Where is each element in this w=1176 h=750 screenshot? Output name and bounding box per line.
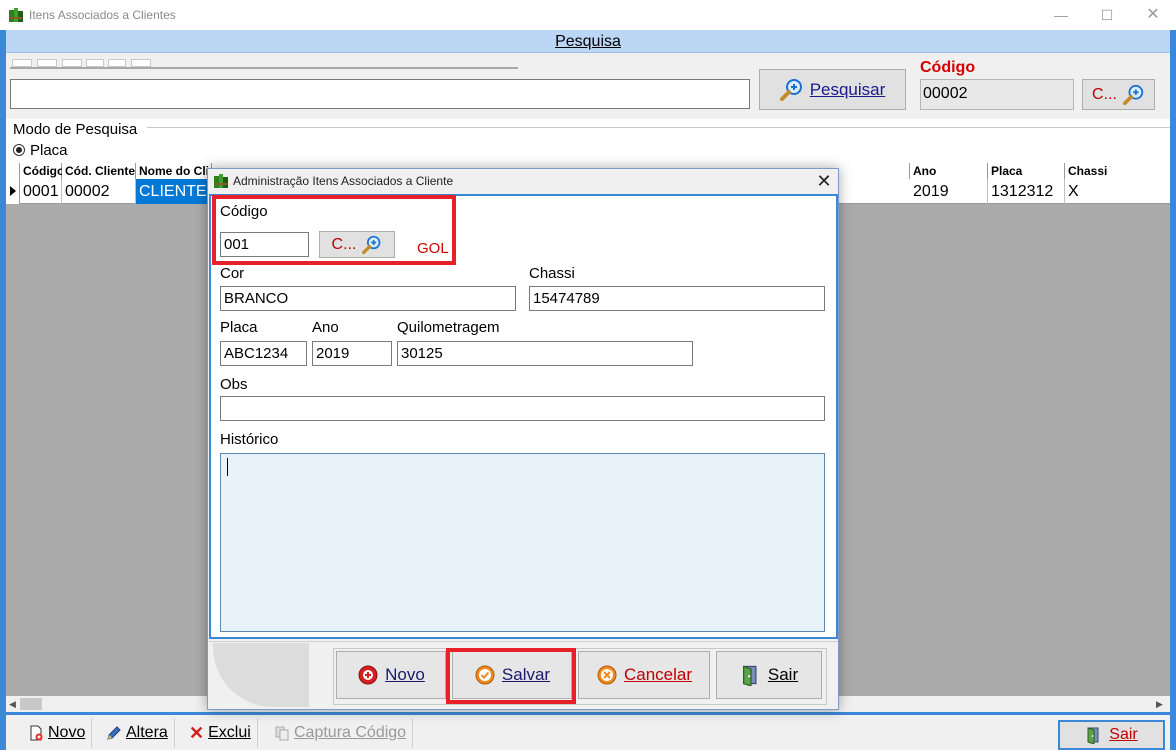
toolbar-altera-button[interactable]: Altera [100,718,175,748]
quilometragem-field[interactable]: 30125 [397,341,693,366]
toolbar-novo-button[interactable]: Novo [22,718,93,748]
obs-field[interactable] [220,396,825,421]
tab-stub[interactable] [86,59,104,67]
pesquisar-button[interactable]: Pesquisar [759,69,906,110]
close-window-button[interactable]: ✕ [1130,0,1176,30]
dialog-app-icon [213,173,229,189]
column-header-nome[interactable]: Nome do Cli [136,163,212,179]
placa-radio[interactable] [13,144,25,156]
tab-stub[interactable] [62,59,82,67]
bottom-toolbar [6,715,1170,750]
toolbar-captura-label: Captura Código [294,724,407,741]
tab-underline [10,67,518,69]
exit-door-icon [740,664,762,686]
add-icon [357,664,379,686]
placa-radio-label[interactable]: Placa [30,142,68,159]
search-input[interactable] [10,79,750,109]
novo-button[interactable]: Novo [336,651,446,699]
copy-icon [274,725,290,741]
search-icon [779,78,804,102]
cell-codigo[interactable]: 0001 [20,179,62,204]
toolbar-novo-label: Novo [48,724,86,741]
highlight-box-codigo [212,195,456,265]
codigo-field[interactable]: 00002 [920,79,1074,110]
search-mode-label: Modo de Pesquisa [13,121,138,138]
cell-nome-selected[interactable]: CLIENTE [136,179,212,204]
grid-header-indicator [6,163,20,179]
pesquisar-label: Pesquisar [809,79,886,99]
search-mode-group [6,119,1170,163]
dialog-close-button[interactable]: ✕ [810,170,838,192]
placa-label: Placa [220,319,258,336]
ano-field[interactable]: 2019 [312,341,392,366]
edit-icon [106,725,122,741]
tab-stub[interactable] [108,59,126,67]
novo-label: Novo [385,665,425,684]
minimize-button[interactable]: — [1038,0,1084,30]
codigo-label: Código [920,59,976,76]
codigo-lookup-label: C... [1092,85,1117,103]
obs-label: Obs [220,376,248,393]
toolbar-exclui-label: Exclui [208,724,251,741]
sair-label: Sair [1109,726,1138,743]
delete-icon: ✕ [189,722,205,743]
sair-dialog-button[interactable]: Sair [716,651,822,699]
cell-cod-cliente[interactable]: 00002 [62,179,136,204]
ano-label: Ano [312,319,339,336]
title-bar [0,0,1176,30]
scrollbar-thumb[interactable] [20,698,42,710]
search-icon [1122,84,1145,106]
cor-label: Cor [220,265,245,282]
column-header-chassi[interactable]: Chassi [1065,163,1170,179]
historico-label: Histórico [220,431,279,448]
row-indicator-icon [6,179,20,204]
group-border [147,127,1170,128]
column-header-blank [838,163,910,179]
placa-field[interactable]: ABC1234 [220,341,307,366]
tab-stub[interactable] [12,59,32,67]
window-title: Itens Associados a Clientes [29,8,176,22]
cancelar-button[interactable]: Cancelar [578,651,710,699]
pesquisa-title: Pesquisa [555,33,621,50]
exit-door-icon [1085,726,1103,744]
cancel-icon [596,664,618,686]
codigo-lookup-button[interactable]: C... [1082,79,1155,110]
cell-placa[interactable]: 1312312 [988,179,1065,204]
scroll-right-icon[interactable]: ▶ [1156,699,1163,710]
sair-dialog-label: Sair [767,665,799,684]
tab-stub[interactable] [131,59,151,67]
column-header-ano[interactable]: Ano [910,163,988,179]
quilometragem-label: Quilometragem [397,319,500,336]
app-icon [8,7,24,23]
tab-stub[interactable] [37,59,57,67]
scroll-left-icon[interactable]: ◀ [9,699,16,710]
dialog-title: Administração Itens Associados a Cliente [233,174,454,188]
cancelar-label: Cancelar [623,665,693,684]
cor-field[interactable]: BRANCO [220,286,516,311]
historico-textarea[interactable] [220,453,825,632]
toolbar-exclui-button[interactable]: ✕ Exclui [183,718,258,748]
column-header-placa[interactable]: Placa [988,163,1065,179]
column-header-cod-cliente[interactable]: Cód. Cliente [62,163,136,179]
cell-chassi[interactable]: X [1065,179,1170,204]
chassi-field[interactable]: 15474789 [529,286,825,311]
maximize-button[interactable]: ☐ [1084,0,1130,30]
toolbar-captura-button[interactable]: Captura Código [268,718,414,748]
cell-ano[interactable]: 2019 [910,179,988,204]
chassi-label: Chassi [529,265,575,282]
window-frame-right [1170,30,1176,750]
sair-button[interactable]: Sair [1058,720,1165,750]
new-document-icon [28,725,44,741]
highlight-box-salvar [446,648,576,704]
toolbar-altera-label: Altera [126,724,168,741]
text-caret [227,458,228,476]
column-header-codigo[interactable]: Código [20,163,64,179]
pesquisa-header: Pesquisa [6,30,1170,53]
